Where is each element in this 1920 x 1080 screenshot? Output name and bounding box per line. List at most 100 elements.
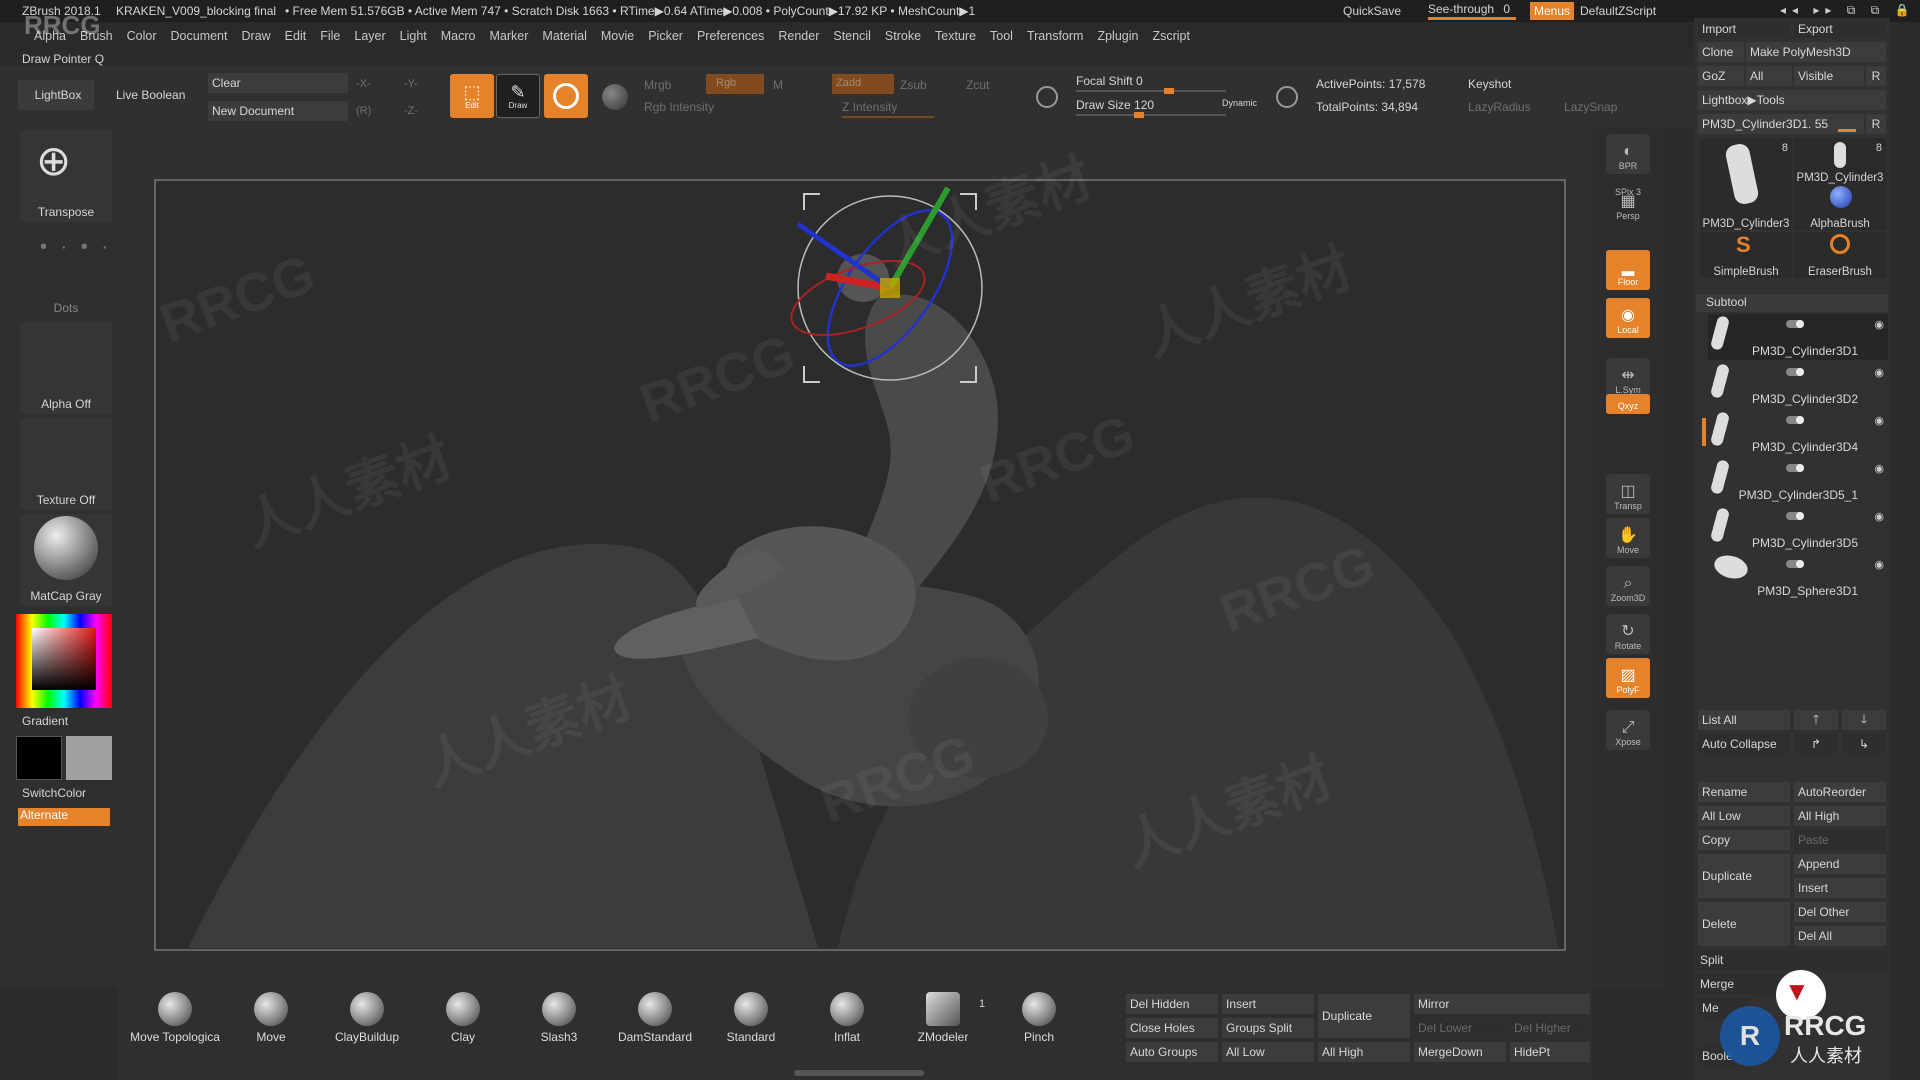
secondary-color-swatch[interactable]: [66, 736, 112, 780]
menu-light[interactable]: Light: [400, 29, 427, 43]
transpose-tile[interactable]: ⊕ Transpose: [20, 130, 112, 222]
menu-zplugin[interactable]: Zplugin: [1097, 29, 1138, 43]
make-polymesh-button[interactable]: Make PolyMesh3D: [1746, 42, 1886, 62]
move-button[interactable]: ✋ Move: [1606, 518, 1650, 558]
live-boolean-button[interactable]: Live Boolean: [116, 88, 185, 102]
mrgb-button[interactable]: Mrgb: [644, 78, 671, 92]
persp-button[interactable]: ▦ Persp: [1606, 193, 1650, 224]
tool-thumb-simplebrush[interactable]: S SimpleBrush: [1700, 232, 1792, 278]
alpha-tile[interactable]: Alpha Off: [20, 322, 112, 414]
lightbox-button[interactable]: LightBox: [18, 80, 94, 110]
del-all-button[interactable]: Del All: [1794, 926, 1886, 946]
menu-transform[interactable]: Transform: [1027, 29, 1084, 43]
color-picker[interactable]: [16, 614, 112, 708]
z-intensity-slider[interactable]: Z Intensity: [842, 100, 897, 114]
menu-zscript[interactable]: Zscript: [1152, 29, 1190, 43]
mirror-button[interactable]: Mirror: [1414, 994, 1590, 1014]
insert-mesh-button[interactable]: Insert: [1222, 994, 1314, 1014]
new-document-button[interactable]: New Document: [208, 101, 348, 121]
move-gizmo-button[interactable]: [544, 74, 588, 118]
y-axis-toggle[interactable]: -Y-: [404, 78, 418, 90]
current-tool-slider[interactable]: PM3D_Cylinder3D1. 55: [1698, 114, 1864, 134]
del-lower-button[interactable]: Del Lower: [1414, 1018, 1506, 1038]
subtool-item[interactable]: ◉ PM3D_Cylinder3D5: [1708, 506, 1888, 552]
texture-tile[interactable]: Texture Off: [20, 418, 112, 510]
rotate-button[interactable]: ↻ Rotate: [1606, 614, 1650, 654]
focal-shift-slider[interactable]: Focal Shift 0: [1076, 74, 1143, 88]
x-axis-toggle[interactable]: -X-: [356, 78, 371, 90]
m-button[interactable]: M: [773, 78, 783, 92]
subtool-item[interactable]: ◉ PM3D_Cylinder3D5_1: [1708, 458, 1888, 504]
menu-tool[interactable]: Tool: [990, 29, 1013, 43]
menu-render[interactable]: Render: [778, 29, 819, 43]
auto-reorder-button[interactable]: AutoReorder: [1794, 782, 1886, 802]
eye-icon[interactable]: ◉: [1874, 318, 1884, 331]
subtool-item[interactable]: ◉ PM3D_Cylinder3D4: [1708, 410, 1888, 456]
groups-split-button[interactable]: Groups Split: [1222, 1018, 1314, 1038]
zcut-button[interactable]: Zcut: [966, 78, 989, 92]
brush-zmodeler[interactable]: ZModeler: [898, 992, 988, 1044]
auto-groups-button[interactable]: Auto Groups: [1126, 1042, 1218, 1062]
keyshot-button[interactable]: Keyshot: [1468, 77, 1511, 91]
current-tool-r-button[interactable]: R: [1866, 114, 1886, 134]
gradient-label[interactable]: Gradient: [22, 714, 68, 728]
duplicate-subtool-button[interactable]: Duplicate: [1698, 854, 1790, 898]
dynamic-toggle[interactable]: Dynamic: [1222, 98, 1257, 108]
duplicate-mesh-button[interactable]: Duplicate: [1318, 994, 1410, 1038]
dynamic-size-icon[interactable]: [1276, 86, 1298, 108]
eye-icon[interactable]: ◉: [1874, 510, 1884, 523]
list-all-button[interactable]: List All: [1698, 710, 1790, 730]
draw-button[interactable]: ✎ Draw: [496, 74, 540, 118]
menu-preferences[interactable]: Preferences: [697, 29, 764, 43]
arrow-right-down-icon[interactable]: ↳: [1842, 734, 1886, 754]
subtool-visibility-toggle[interactable]: [1786, 416, 1804, 424]
alternate-button[interactable]: Alternate: [18, 808, 110, 826]
arrow-right-up-icon[interactable]: ↱: [1794, 734, 1838, 754]
all-button[interactable]: All: [1746, 66, 1792, 86]
focal-shift-icon[interactable]: [1036, 86, 1058, 108]
menu-file[interactable]: File: [320, 29, 340, 43]
subtool-item[interactable]: ◉ PM3D_Sphere3D1: [1708, 551, 1888, 600]
menu-marker[interactable]: Marker: [490, 29, 529, 43]
brush-standard[interactable]: Standard: [706, 992, 796, 1044]
goz-button[interactable]: GoZ: [1698, 66, 1744, 86]
draw-size-slider[interactable]: Draw Size 120: [1076, 98, 1154, 112]
brush-inflat[interactable]: Inflat: [802, 992, 892, 1044]
all-low-mesh-button[interactable]: All Low: [1222, 1042, 1314, 1062]
subtool-visibility-toggle[interactable]: [1786, 464, 1804, 472]
all-low-button[interactable]: All Low: [1698, 806, 1790, 826]
brush-claybuildup[interactable]: ClayBuildup: [322, 992, 412, 1044]
brush-move-topologica[interactable]: Move Topologica: [130, 992, 220, 1044]
goz-r-button[interactable]: R: [1866, 66, 1886, 86]
move-down-arrow-icon[interactable]: 🡓: [1842, 710, 1886, 730]
material-sphere-icon[interactable]: [602, 84, 628, 110]
menu-material[interactable]: Material: [542, 29, 586, 43]
brush-pinch[interactable]: Pinch: [994, 992, 1084, 1044]
layout-icon[interactable]: ⧉ ⧉: [1847, 3, 1885, 17]
merge-down-button[interactable]: MergeDown: [1414, 1042, 1506, 1062]
subtool-visibility-toggle[interactable]: [1786, 512, 1804, 520]
subtool-visibility-toggle[interactable]: [1786, 560, 1804, 568]
z-axis-toggle[interactable]: -Z-: [404, 105, 418, 117]
zadd-button[interactable]: Zadd: [832, 74, 894, 94]
rgb-button[interactable]: Rgb: [706, 74, 764, 94]
menu-document[interactable]: Document: [171, 29, 228, 43]
menu-layer[interactable]: Layer: [354, 29, 385, 43]
lock-icon[interactable]: 🔒: [1895, 3, 1916, 17]
close-holes-button[interactable]: Close Holes: [1126, 1018, 1218, 1038]
subtool-item[interactable]: ◉ PM3D_Cylinder3D1: [1708, 314, 1888, 360]
zsub-button[interactable]: Zsub: [900, 78, 927, 92]
xpose-button[interactable]: ⤢ Xpose: [1606, 710, 1650, 750]
color-square[interactable]: [32, 628, 96, 690]
tool-thumb-eraserbrush[interactable]: EraserBrush: [1794, 232, 1886, 278]
floor-button[interactable]: ▂ Floor: [1606, 250, 1650, 290]
viewport[interactable]: RRCG 人人素材 RRCG 人人素材 RRCG 人人素材 RRCG 人人素材 …: [118, 128, 1592, 988]
menu-picker[interactable]: Picker: [648, 29, 683, 43]
primary-color-swatch[interactable]: [16, 736, 62, 780]
tool-thumb-alphabrush[interactable]: AlphaBrush: [1794, 184, 1886, 230]
eye-icon[interactable]: ◉: [1874, 366, 1884, 379]
clear-button[interactable]: Clear: [208, 73, 348, 93]
edit-button[interactable]: ⬚ Edit: [450, 74, 494, 118]
hide-pt-button[interactable]: HidePt: [1510, 1042, 1590, 1062]
import-button[interactable]: Import: [1698, 20, 1790, 38]
